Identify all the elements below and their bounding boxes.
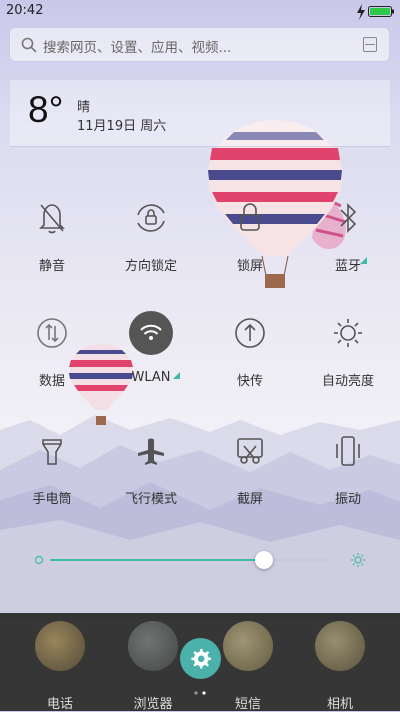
airplane-icon (138, 438, 164, 465)
toggle-quick-share[interactable]: 快传 (200, 310, 300, 400)
app-browser-label: 浏览器 (133, 697, 173, 712)
app-phone-label: 电话 (46, 697, 73, 712)
app-camera[interactable]: 相机 (300, 621, 380, 712)
weather-condition: 晴 (77, 100, 91, 115)
toggle-bluetooth[interactable]: 蓝牙 (298, 195, 398, 285)
brightness-thumb[interactable] (255, 551, 274, 569)
search-input[interactable]: 搜索网页、设置、应用、视频... (43, 36, 231, 56)
toggle-rotation-lock[interactable]: 方向锁定 (101, 195, 201, 285)
toggle-airplane-label: 飞行模式 (124, 492, 177, 507)
search-icon (21, 37, 37, 53)
charging-icon (357, 4, 365, 20)
toggle-lock-screen[interactable]: 锁屏 (200, 195, 300, 285)
brightness-high-icon (351, 553, 365, 567)
lock-icon (240, 203, 260, 231)
toggle-lock-label: 锁屏 (236, 259, 263, 274)
app-camera-label: 相机 (326, 697, 353, 712)
weather-temperature: 8° (28, 89, 64, 130)
screenshot-icon (237, 438, 263, 464)
toggle-vibrate-label: 振动 (334, 492, 361, 507)
toggle-mute[interactable]: 静音 (2, 195, 102, 285)
search-bar[interactable]: 搜索网页、设置、应用、视频... (9, 27, 390, 62)
browser-app-icon (128, 621, 178, 671)
weather-widget[interactable]: 8° 晴 11月19日 周六 (10, 80, 390, 147)
toggle-airplane-mode[interactable]: 飞行模式 (101, 428, 201, 518)
brightness-fill (50, 559, 265, 561)
bluetooth-icon (340, 203, 357, 233)
toggle-data-label: 数据 (38, 374, 65, 389)
messages-app-icon (223, 621, 273, 671)
brightness-track[interactable] (50, 551, 332, 569)
bell-off-icon (39, 204, 65, 234)
toggle-screenshot-label: 截屏 (236, 492, 263, 507)
toggle-flashlight-label: 手电筒 (32, 492, 72, 507)
app-messages-label: 短信 (234, 697, 261, 712)
weather-date: 11月19日 周六 (77, 119, 167, 134)
upload-icon (235, 318, 265, 348)
toggle-vibrate[interactable]: 振动 (298, 428, 398, 518)
brightness-low-icon (34, 555, 44, 565)
toggle-wlan-label: WLAN (131, 370, 171, 385)
wifi-icon (129, 311, 173, 355)
status-bar: 20:42 (0, 0, 400, 24)
toggle-mute-label: 静音 (38, 259, 65, 274)
toggle-auto-brightness[interactable]: 自动亮度 (298, 310, 398, 400)
scan-icon[interactable] (363, 37, 377, 52)
vibrate-icon (336, 436, 360, 466)
expand-indicator-icon (173, 372, 180, 379)
phone-app-icon (35, 621, 85, 671)
toggle-auto-brightness-label: 自动亮度 (321, 374, 374, 389)
toggle-flashlight[interactable]: 手电筒 (2, 428, 102, 518)
battery-icon (368, 6, 394, 17)
toggle-rotation-label: 方向锁定 (124, 259, 177, 274)
settings-button[interactable] (180, 638, 221, 679)
gear-icon (191, 648, 212, 669)
brightness-slider[interactable] (34, 547, 370, 573)
expand-indicator-icon (360, 257, 367, 264)
toggle-screenshot[interactable]: 截屏 (200, 428, 300, 518)
toggle-bluetooth-label: 蓝牙 (334, 259, 361, 274)
toggle-mobile-data[interactable]: 数据 (2, 310, 102, 400)
toggle-quick-share-label: 快传 (236, 374, 263, 389)
mobile-data-icon (37, 318, 67, 348)
toggle-wlan[interactable]: WLAN (101, 310, 201, 400)
flashlight-icon (42, 439, 62, 465)
rotation-lock-icon (137, 204, 165, 232)
app-phone[interactable]: 电话 (20, 621, 100, 712)
camera-app-icon (315, 621, 365, 671)
status-time: 20:42 (6, 3, 44, 18)
page-indicator (194, 691, 206, 695)
app-messages[interactable]: 短信 (208, 621, 288, 712)
sun-icon (334, 319, 362, 347)
